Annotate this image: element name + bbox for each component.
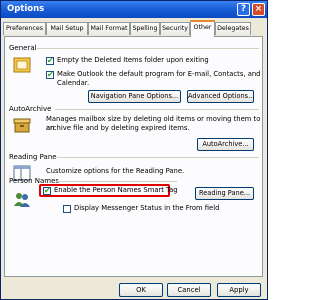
person-names-smart-tag-checkbox[interactable]: ✔: [43, 187, 51, 195]
person-names-smart-tag-label: Enable the Person Names Smart Tag: [54, 186, 178, 194]
window-title: Options: [7, 4, 45, 14]
autoarchive-divider: [55, 109, 259, 110]
reading-pane-desc: Customize options for the Reading Pane.: [46, 167, 185, 175]
general-divider: [37, 48, 259, 49]
messenger-status-label: Display Messenger Status in the From fie…: [74, 204, 220, 212]
advanced-options-button[interactable]: Advanced Options...: [187, 90, 254, 103]
default-program-checkbox[interactable]: ✔: [46, 71, 54, 79]
empty-deleted-checkbox[interactable]: ✔: [46, 57, 54, 65]
autoarchive-heading: AutoArchive: [9, 105, 52, 113]
reading-pane-divider: [57, 157, 259, 158]
tab-security[interactable]: Security: [160, 22, 190, 35]
person-names-icon: [14, 193, 30, 207]
autoarchive-desc-line2: archive file and by deleting expired ite…: [46, 124, 190, 132]
reading-pane-heading: Reading Pane: [9, 153, 57, 161]
outlook-general-icon: [13, 57, 31, 73]
person-names-divider: [57, 181, 177, 182]
tab-preferences[interactable]: Preferences: [3, 22, 46, 35]
tab-strip: Preferences Mail Setup Mail Format Spell…: [1, 20, 267, 37]
default-program-label-line2: Calendar.: [57, 79, 90, 87]
apply-button[interactable]: Apply: [217, 283, 261, 297]
tab-other[interactable]: Other: [190, 20, 215, 37]
close-button[interactable]: ×: [252, 3, 265, 16]
empty-deleted-label: Empty the Deleted Items folder upon exit…: [57, 56, 209, 64]
tab-mail-setup[interactable]: Mail Setup: [46, 22, 88, 35]
tab-spelling[interactable]: Spelling: [130, 22, 160, 35]
messenger-status-checkbox[interactable]: [63, 205, 71, 213]
help-button[interactable]: ?: [237, 3, 250, 16]
reading-pane-button[interactable]: Reading Pane...: [195, 187, 254, 200]
archive-box-icon: [13, 118, 31, 133]
navigation-pane-options-button[interactable]: Navigation Pane Options...: [88, 90, 181, 103]
title-bar[interactable]: Options ? ×: [1, 1, 267, 18]
default-program-label-line1: Make Outlook the default program for E-m…: [57, 70, 261, 78]
cancel-button[interactable]: Cancel: [167, 283, 211, 297]
autoarchive-button[interactable]: AutoArchive...: [197, 138, 254, 151]
general-heading: General: [9, 44, 37, 52]
options-dialog: Options ? × Preferences Mail Setup Mail …: [0, 0, 268, 300]
tab-mail-format[interactable]: Mail Format: [88, 22, 130, 35]
ok-button[interactable]: OK: [119, 283, 163, 297]
tab-delegates[interactable]: Delegates: [215, 22, 251, 35]
